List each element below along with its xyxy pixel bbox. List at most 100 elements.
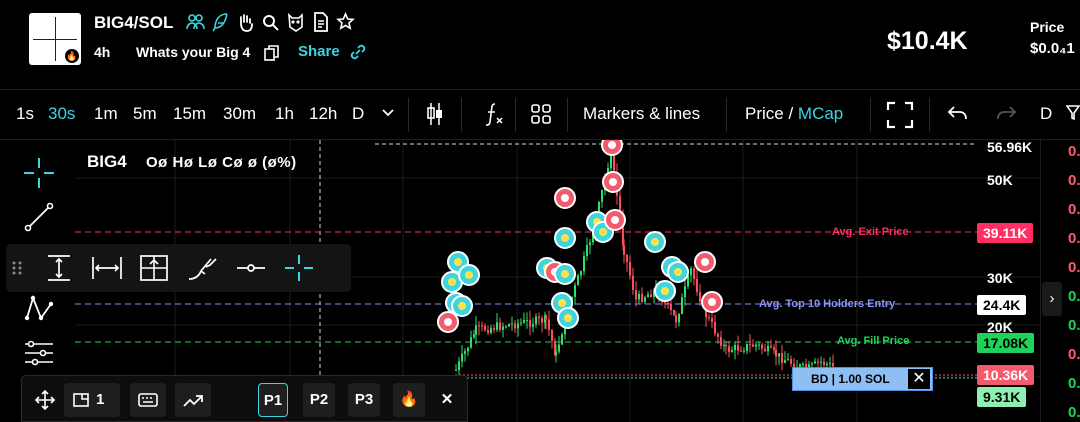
chevron-down-icon[interactable] bbox=[381, 102, 395, 127]
link-icon[interactable] bbox=[349, 43, 367, 64]
owl-icon[interactable] bbox=[286, 11, 305, 33]
move-icon[interactable] bbox=[30, 383, 60, 417]
toolbar-d-button[interactable]: D bbox=[1040, 104, 1052, 124]
copy-icon[interactable] bbox=[264, 44, 280, 65]
candle-body bbox=[758, 344, 760, 346]
right-value: 0. bbox=[1068, 230, 1080, 247]
fire-icon: 🔥 bbox=[65, 49, 79, 63]
interval-30m[interactable]: 30m bbox=[223, 104, 256, 124]
candle-body bbox=[484, 325, 486, 331]
trade-marker-avatar bbox=[608, 141, 616, 149]
preset-p1-button[interactable]: P1 bbox=[258, 383, 288, 417]
candle-body bbox=[752, 344, 754, 347]
candle-body bbox=[826, 364, 828, 366]
candle-body bbox=[773, 347, 775, 350]
trade-marker-avatar bbox=[609, 178, 617, 186]
trade-marker-avatar bbox=[708, 298, 716, 306]
filter-icon[interactable] bbox=[1065, 102, 1080, 129]
markers-lines-button[interactable]: Markers & lines bbox=[583, 104, 700, 124]
crosshair-icon[interactable] bbox=[22, 156, 56, 190]
candle-body bbox=[708, 317, 710, 319]
candle-body bbox=[478, 325, 480, 327]
candle-body bbox=[696, 278, 698, 292]
interval-1h[interactable]: 1h bbox=[275, 104, 294, 124]
price-value: $0.0₄1 bbox=[1030, 40, 1075, 57]
candle-body bbox=[558, 344, 560, 352]
candle-body bbox=[737, 344, 739, 351]
trade-marker-avatar bbox=[558, 299, 566, 307]
wave-hand-icon[interactable] bbox=[236, 11, 255, 33]
candle-body bbox=[545, 315, 547, 320]
interval-1s[interactable]: 1s bbox=[16, 104, 34, 124]
order-line-label[interactable]: BD | 1.00 SOL ✕ bbox=[792, 367, 933, 391]
candle-body bbox=[820, 361, 822, 363]
keyboard-icon[interactable] bbox=[130, 383, 166, 417]
layout-button[interactable]: 1 bbox=[64, 383, 120, 417]
candle-body bbox=[770, 346, 772, 348]
candle-body bbox=[470, 337, 472, 348]
trend-line-icon[interactable] bbox=[22, 200, 56, 234]
interval-1m[interactable]: 1m bbox=[94, 104, 118, 124]
users-icon[interactable] bbox=[186, 11, 205, 33]
fullscreen-icon[interactable] bbox=[886, 101, 914, 134]
candle-body bbox=[529, 320, 531, 327]
candle-body bbox=[720, 336, 722, 346]
close-icon[interactable]: ✕ bbox=[908, 369, 930, 389]
candle-body bbox=[817, 361, 819, 363]
close-icon[interactable]: ✕ bbox=[434, 383, 460, 417]
mcap-toggle-label: MCap bbox=[797, 104, 844, 123]
right-value: 0. bbox=[1068, 404, 1080, 421]
candle-body bbox=[761, 344, 763, 349]
fire-icon[interactable]: 🔥 bbox=[393, 383, 425, 417]
grid-select-icon[interactable] bbox=[137, 253, 171, 283]
candle-body bbox=[541, 318, 543, 323]
function-icon[interactable] bbox=[483, 101, 505, 132]
candle-body bbox=[746, 343, 748, 351]
trade-marker-avatar bbox=[651, 238, 659, 246]
preset-p3-button[interactable]: P3 bbox=[348, 383, 380, 417]
header: 🔥 BIG4/SOL 4h Whats your Big 4 Share $10… bbox=[0, 0, 1080, 90]
candle-body bbox=[467, 347, 469, 352]
brush-icon[interactable] bbox=[186, 253, 220, 283]
right-value: 0. bbox=[1068, 172, 1080, 189]
right-value: 0. bbox=[1068, 201, 1080, 218]
horizontal-ray-icon[interactable] bbox=[234, 253, 268, 283]
candle-body bbox=[583, 256, 585, 272]
candles-icon[interactable] bbox=[425, 101, 445, 132]
interval-30s[interactable]: 30s bbox=[48, 104, 75, 124]
candle-body bbox=[496, 322, 498, 330]
star-icon[interactable] bbox=[336, 11, 355, 33]
search-icon[interactable] bbox=[261, 11, 280, 33]
layout-count: 1 bbox=[96, 391, 105, 408]
candle-body bbox=[589, 242, 591, 246]
vertical-range-icon[interactable] bbox=[42, 253, 76, 283]
token-logo[interactable]: 🔥 bbox=[29, 13, 81, 65]
undo-icon[interactable] bbox=[947, 103, 969, 128]
interval-5m[interactable]: 5m bbox=[133, 104, 157, 124]
trade-marker-avatar bbox=[661, 287, 669, 295]
trend-arrow-icon[interactable] bbox=[175, 383, 211, 417]
redo-icon[interactable] bbox=[995, 103, 1017, 128]
preset-p2-button[interactable]: P2 bbox=[303, 383, 335, 417]
candle-body bbox=[734, 344, 736, 351]
interval-12h[interactable]: 12h bbox=[309, 104, 337, 124]
pair-title: BIG4/SOL bbox=[94, 13, 174, 32]
measure-icon[interactable] bbox=[22, 336, 56, 370]
price-toggle-label: Price bbox=[745, 104, 784, 123]
candle-body bbox=[641, 294, 643, 302]
interval-15m[interactable]: 15m bbox=[173, 104, 206, 124]
interval-d[interactable]: D bbox=[352, 104, 364, 124]
layout-grid-icon[interactable] bbox=[530, 103, 552, 130]
share-link[interactable]: Share bbox=[298, 43, 340, 60]
document-icon[interactable] bbox=[311, 11, 330, 33]
chevron-right-icon[interactable]: › bbox=[1042, 282, 1062, 316]
drag-handle-icon[interactable] bbox=[9, 253, 25, 283]
candle-body bbox=[678, 314, 680, 323]
price-mcap-toggle[interactable]: Price / MCap bbox=[745, 104, 843, 124]
candle-body bbox=[814, 361, 816, 364]
crosshair-icon[interactable] bbox=[282, 253, 316, 283]
pattern-icon[interactable] bbox=[22, 290, 56, 324]
feather-icon[interactable] bbox=[211, 11, 230, 33]
chart-symbol: BIG4 bbox=[87, 152, 127, 171]
horizontal-range-icon[interactable] bbox=[90, 253, 124, 283]
